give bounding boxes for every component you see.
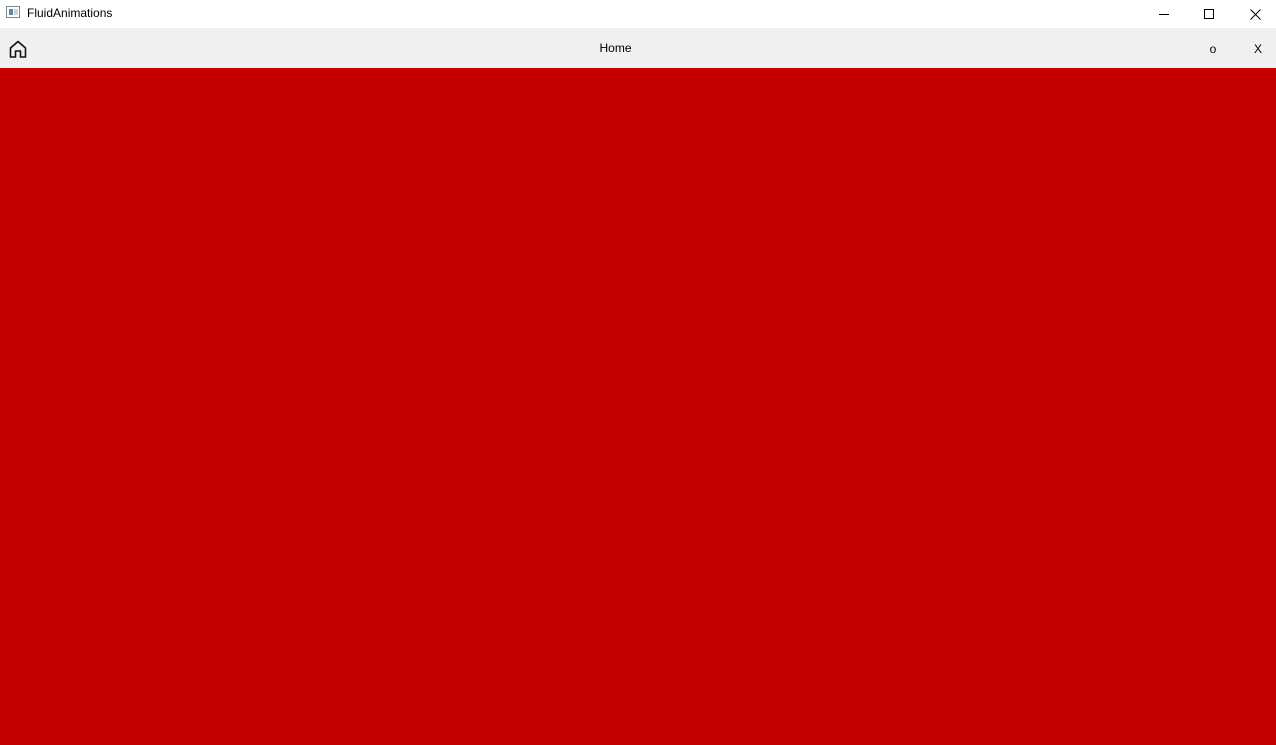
content-area [0,68,1276,745]
minimize-button[interactable] [1141,0,1187,28]
minimize-icon [1159,14,1169,15]
window-title: FluidAnimations [27,6,113,20]
close-icon [1249,8,1261,20]
app-window-icon [6,6,20,18]
home-icon [9,40,27,58]
toolbar-o-button[interactable]: o [1201,28,1225,68]
title-bar[interactable]: FluidAnimations [0,0,1276,28]
maximize-icon [1204,9,1214,19]
toolbar-x-button[interactable]: X [1246,28,1270,68]
home-button[interactable] [6,37,30,61]
page-title: Home [599,41,632,55]
close-window-button[interactable] [1232,0,1276,28]
navigation-bar: Home o X [0,28,1276,68]
app-window: FluidAnimations Home o X [0,0,1276,745]
maximize-button[interactable] [1186,0,1232,28]
